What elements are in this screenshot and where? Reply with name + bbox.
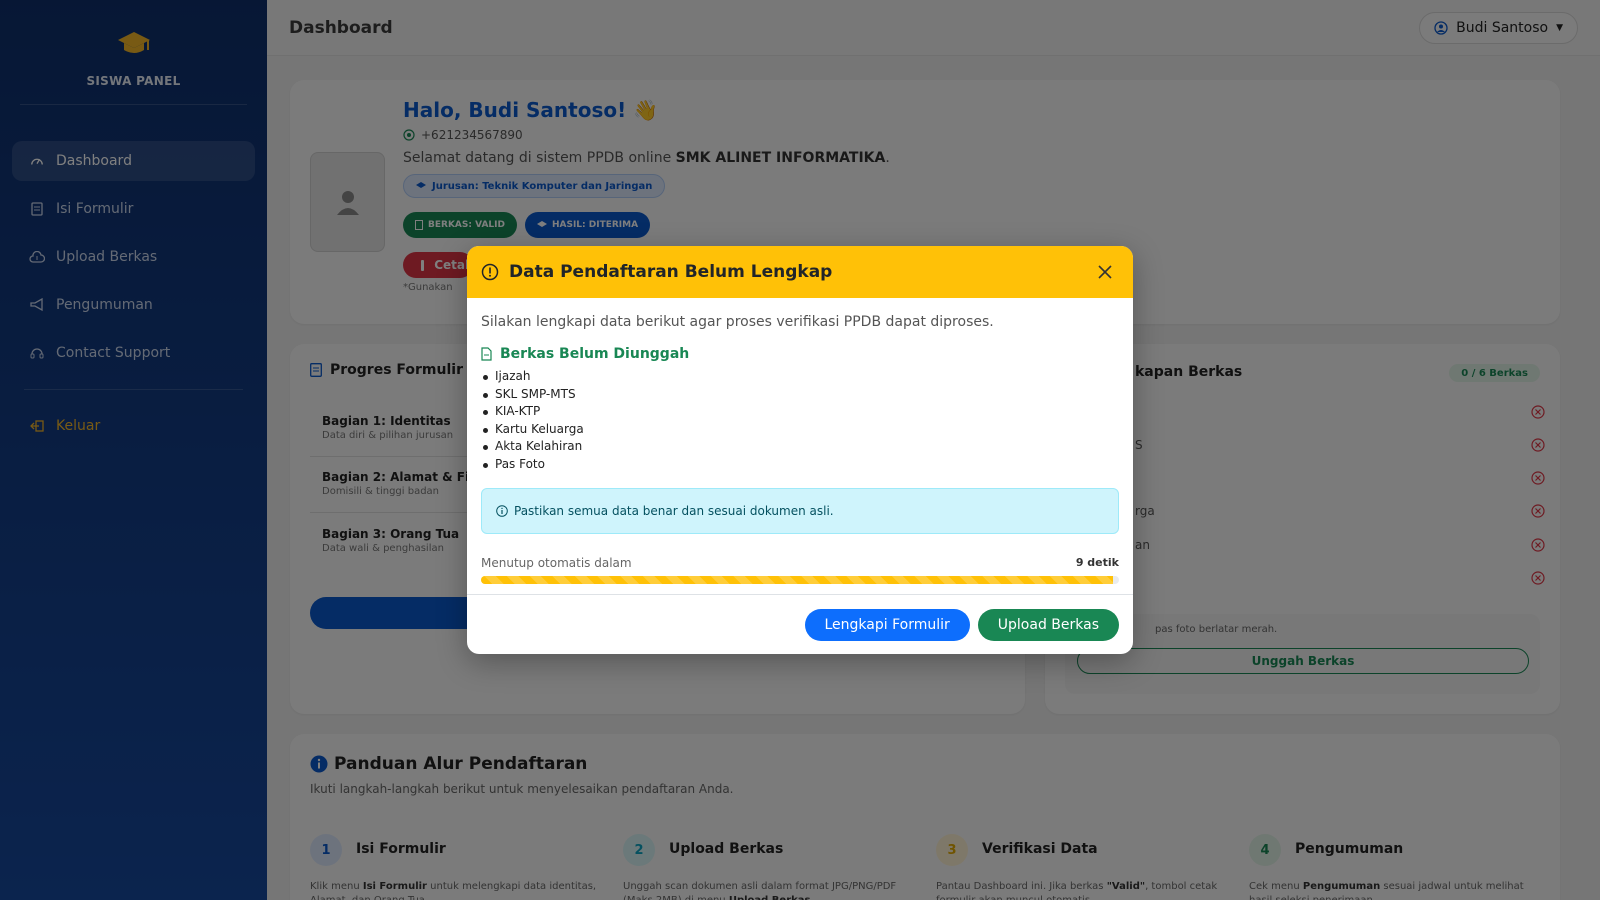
modal-intro: Silakan lengkapi data berikut agar prose… bbox=[481, 314, 994, 330]
list-item: Ijazah bbox=[483, 368, 1119, 386]
timer-progress-fill bbox=[481, 575, 1113, 584]
timer-progress-bar bbox=[481, 575, 1119, 584]
modal-body: Silakan lengkapi data berikut agar prose… bbox=[467, 298, 1133, 584]
info-alert: Pastikan semua data benar dan sesuai dok… bbox=[481, 487, 1119, 534]
file-icon bbox=[481, 347, 492, 361]
info-icon bbox=[496, 504, 508, 517]
list-item: Kartu Keluarga bbox=[483, 421, 1119, 439]
list-item: SKL SMP-MTS bbox=[483, 386, 1119, 404]
missing-files-title-label: Berkas Belum Diunggah bbox=[500, 346, 690, 362]
timer-label: Menutup otomatis dalam bbox=[481, 555, 632, 570]
incomplete-data-modal: Data Pendaftaran Belum Lengkap Silakan l… bbox=[467, 246, 1133, 654]
missing-files-title: Berkas Belum Diunggah bbox=[481, 346, 1119, 362]
auto-close-timer: Menutup otomatis dalam 9 detik bbox=[481, 556, 1119, 570]
timer-value: 9 detik bbox=[1075, 555, 1119, 569]
list-item: KIA-KTP bbox=[483, 403, 1119, 421]
list-item: Pas Foto bbox=[483, 456, 1119, 474]
lengkapi-formulir-button[interactable]: Lengkapi Formulir bbox=[804, 608, 970, 641]
list-item: Akta Kelahiran bbox=[483, 438, 1119, 456]
close-icon[interactable] bbox=[1095, 262, 1115, 282]
modal-header: Data Pendaftaran Belum Lengkap bbox=[467, 246, 1133, 298]
warning-circle-icon bbox=[481, 263, 499, 281]
missing-files-list: Ijazah SKL SMP-MTS KIA-KTP Kartu Keluarg… bbox=[481, 368, 1119, 474]
alert-text: Pastikan semua data benar dan sesuai dok… bbox=[514, 503, 834, 518]
modal-title: Data Pendaftaran Belum Lengkap bbox=[509, 262, 833, 282]
modal-footer: Lengkapi Formulir Upload Berkas bbox=[467, 594, 1133, 654]
upload-berkas-button[interactable]: Upload Berkas bbox=[977, 608, 1119, 641]
